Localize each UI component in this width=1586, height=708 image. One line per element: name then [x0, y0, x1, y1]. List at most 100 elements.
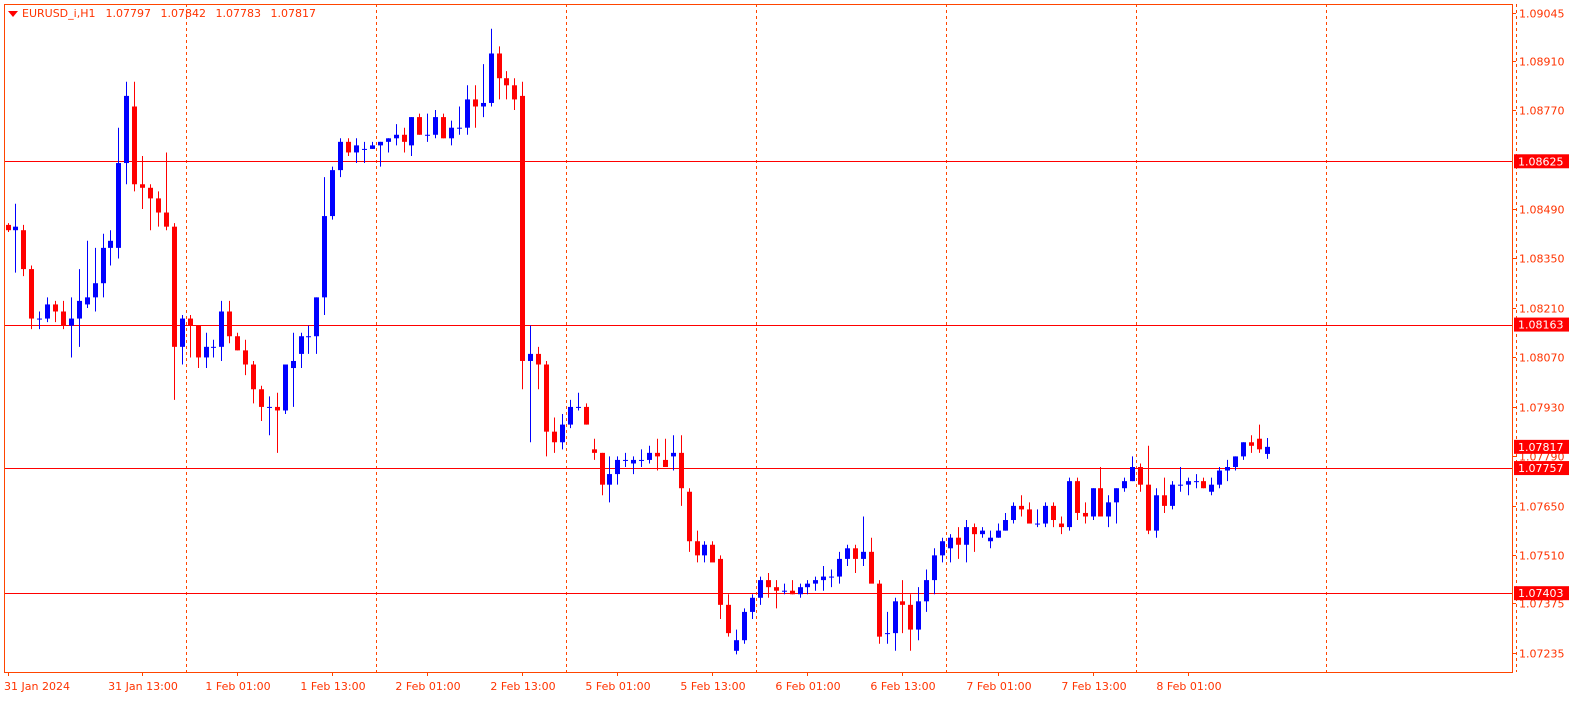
candle-body — [330, 170, 335, 217]
candle-body — [386, 138, 391, 142]
candle-body — [1043, 505, 1048, 524]
y-axis-tick-label: 1.07510 — [1519, 550, 1565, 563]
chart-window[interactable]: 1.09045 1.08910 1.08770 1.08490 1.08350 1.082… — [0, 0, 1586, 708]
candle-body — [156, 198, 161, 213]
candle-body — [908, 604, 913, 630]
low-value: 1.07783 — [215, 7, 261, 20]
candle-body — [235, 336, 240, 351]
candle-body — [441, 117, 446, 139]
candle-body — [306, 336, 311, 338]
candle-body — [647, 452, 652, 460]
candle-body — [267, 406, 272, 408]
candle-body — [742, 611, 747, 641]
candle-body — [378, 141, 383, 146]
candle-body — [85, 297, 90, 305]
candle-body — [1170, 484, 1175, 506]
candlestick-chart[interactable]: 1.09045 1.08910 1.08770 1.08490 1.08350 1.082… — [0, 0, 1586, 708]
candle-body — [1075, 481, 1080, 513]
y-axis-tick-label: 1.08910 — [1519, 56, 1565, 69]
open-value: 1.07797 — [105, 7, 151, 20]
candle-body — [615, 459, 620, 475]
candle-body — [346, 141, 351, 153]
candle-body — [948, 537, 953, 549]
candle-body — [354, 145, 359, 153]
candle-body — [790, 590, 795, 595]
candle-body — [69, 318, 74, 326]
y-axis-tick-label: 1.07235 — [1519, 648, 1565, 661]
candle-body — [631, 459, 636, 464]
candle-body — [1209, 484, 1214, 492]
candle-body — [536, 353, 541, 365]
candle-body — [1130, 467, 1135, 482]
candle-body — [465, 99, 470, 128]
candle-body — [726, 604, 731, 634]
candle-body — [1178, 484, 1183, 486]
candle-body — [996, 530, 1001, 538]
x-axis-tick-label: 2 Feb 13:00 — [490, 680, 555, 693]
candle-body — [710, 544, 715, 563]
candle-body — [861, 551, 866, 559]
chart-frame — [4, 4, 1513, 673]
candle-body — [473, 99, 478, 107]
candle-body — [37, 318, 42, 320]
symbol-label: EURUSD_i,H1 — [22, 7, 96, 20]
candle-body — [314, 297, 319, 337]
candle-body — [877, 583, 882, 637]
candle-body — [679, 452, 684, 489]
candle-body — [132, 106, 137, 185]
candle-body — [1217, 470, 1222, 485]
x-axis-tick-label: 7 Feb 01:00 — [966, 680, 1031, 693]
y-axis-tick-label: 1.09045 — [1519, 8, 1565, 21]
symbol-header: EURUSD_i,H1 1.07797 1.07842 1.07783 1.07… — [8, 7, 316, 20]
candle-body — [1027, 509, 1032, 524]
candle-body — [813, 580, 818, 584]
candle-body — [837, 558, 842, 577]
candle-body — [204, 346, 209, 358]
candle-body — [425, 134, 430, 136]
candle-body — [291, 360, 296, 369]
candle-body — [1019, 505, 1024, 510]
y-axis-tick-label: 1.08210 — [1519, 303, 1565, 316]
candle-body — [449, 127, 454, 139]
candle-body — [560, 424, 565, 443]
candle-body — [13, 226, 18, 231]
candle-body — [988, 537, 993, 542]
candle-body — [1194, 481, 1199, 483]
candle-body — [497, 53, 502, 79]
candle-body — [219, 311, 224, 347]
candle-body — [1249, 442, 1254, 446]
candle-body — [1083, 512, 1088, 517]
candle-body — [964, 527, 969, 545]
candle-body — [916, 601, 921, 630]
candle-body — [322, 216, 327, 298]
x-axis-tick-label: 1 Feb 13:00 — [300, 680, 365, 693]
candle-body — [774, 587, 779, 591]
candle-body — [164, 212, 169, 227]
candle-body — [1225, 467, 1230, 471]
candle-body — [21, 230, 26, 270]
candle-body — [196, 325, 201, 358]
candle-body — [504, 78, 509, 86]
candle-body — [798, 587, 803, 595]
x-axis-tick-label: 6 Feb 01:00 — [775, 680, 840, 693]
candle-body — [544, 364, 549, 432]
level-price-label: 1.08625 — [1518, 155, 1564, 168]
candle-body — [956, 537, 961, 545]
candle-body — [124, 95, 129, 164]
x-axis-tick-label: 5 Feb 13:00 — [680, 680, 745, 693]
candle-body — [140, 184, 145, 188]
candle-body — [283, 364, 288, 411]
candle-body — [77, 300, 82, 319]
candle-body — [1146, 484, 1151, 531]
candle-body — [932, 555, 937, 581]
triangle-down-icon[interactable] — [8, 10, 18, 17]
candle-body — [101, 247, 106, 284]
candle-body — [584, 406, 589, 425]
candle-body — [259, 389, 264, 407]
candle-body — [417, 117, 422, 135]
candle-body — [734, 640, 739, 651]
candle-body — [592, 449, 597, 453]
x-axis-tick-label: 2 Feb 01:00 — [395, 680, 460, 693]
candle-body — [853, 548, 858, 559]
candle-body — [972, 527, 977, 535]
